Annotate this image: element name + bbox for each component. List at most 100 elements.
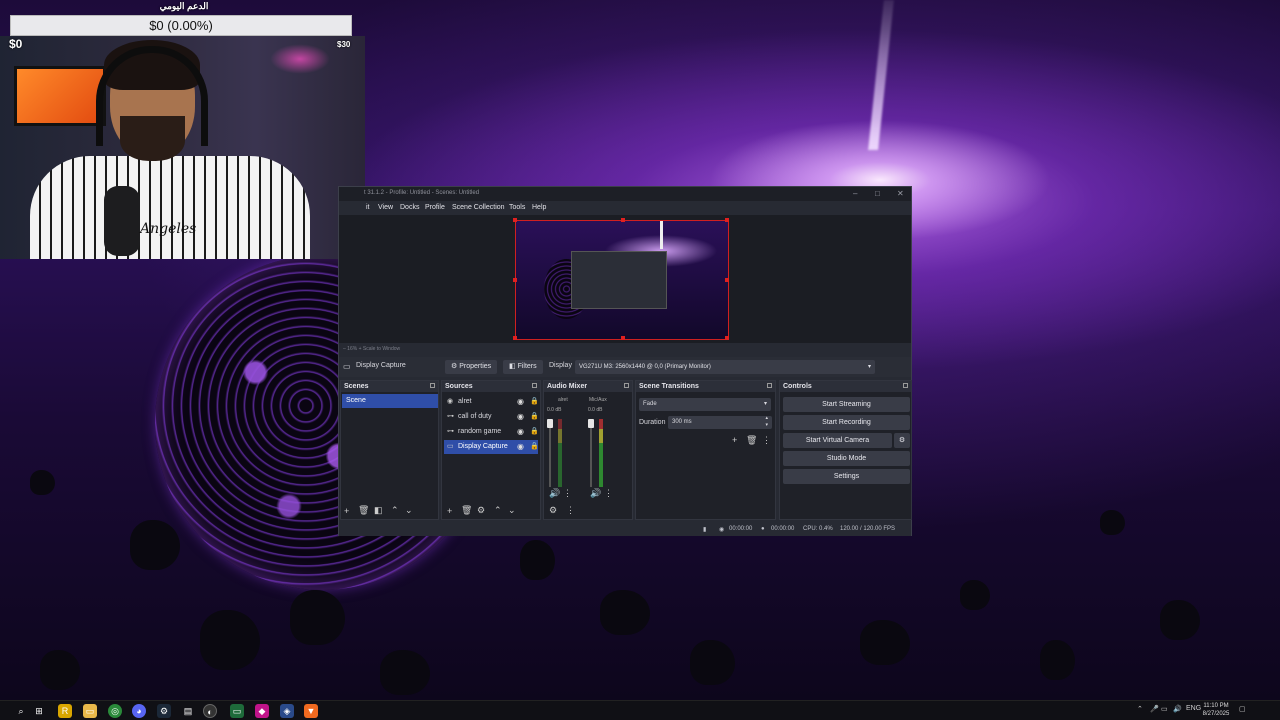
spinner-icon[interactable]: ▴ ▾ xyxy=(765,415,768,429)
eye-icon[interactable]: ◉ xyxy=(517,425,524,439)
menu-docks[interactable]: Docks xyxy=(400,204,419,211)
app-icon[interactable]: ◆ xyxy=(255,704,269,718)
scenes-title: Scenes xyxy=(344,383,369,390)
settings-button[interactable]: Settings xyxy=(783,469,910,484)
source-item-random-game[interactable]: ⊶ random game ◉ 🔒 xyxy=(444,425,539,439)
speaker-icon[interactable]: 🔊 xyxy=(590,488,601,499)
discord-icon[interactable]: ◕ xyxy=(132,704,146,718)
chevron-up-icon[interactable]: ⌃ xyxy=(1137,705,1143,713)
speaker-icon[interactable]: 🔊 xyxy=(549,488,560,499)
mic-icon[interactable]: 🎤 xyxy=(1150,705,1159,713)
resize-handle[interactable] xyxy=(513,278,517,282)
undock-icon[interactable] xyxy=(430,383,435,388)
start-streaming-button[interactable]: Start Streaming xyxy=(783,397,910,412)
resize-handle[interactable] xyxy=(725,336,729,340)
add-icon[interactable]: + xyxy=(344,506,349,516)
filters-button[interactable]: ◧ Filters xyxy=(503,360,543,374)
virtual-camera-settings-icon[interactable]: ⚙ xyxy=(894,433,910,448)
obs-window[interactable]: t 31.1.2 - Profile: Untitled - Scenes: U… xyxy=(338,186,912,536)
chevron-down-icon[interactable]: ⌄ xyxy=(405,505,413,516)
undock-icon[interactable] xyxy=(624,383,629,388)
chevron-up-icon[interactable]: ⌃ xyxy=(391,505,399,516)
menu-view[interactable]: View xyxy=(378,204,393,211)
scene-item[interactable]: Scene xyxy=(342,394,438,408)
source-item-display-capture[interactable]: ▭ Display Capture ◉ 🔒 xyxy=(444,440,539,454)
donation-goal-widget: الدعم اليومي $0 (0.00%) $0 $30 xyxy=(8,0,360,52)
wallpaper-rock xyxy=(200,610,260,670)
volume-fader-knob[interactable] xyxy=(547,419,553,428)
more-options-icon[interactable]: ⋮ xyxy=(566,505,575,516)
lock-icon[interactable]: 🔒 xyxy=(530,395,539,409)
search-icon[interactable]: ⌕ xyxy=(14,704,28,718)
maximize-icon[interactable]: □ xyxy=(875,189,880,198)
more-options-icon[interactable]: ⋮ xyxy=(762,435,771,446)
app-icon[interactable]: ▤ xyxy=(181,704,195,718)
volume-fader-track[interactable] xyxy=(549,419,551,487)
duration-input[interactable]: 300 ms ▴ ▾ xyxy=(668,415,772,429)
app-icon[interactable]: R xyxy=(58,704,72,718)
preview-canvas[interactable] xyxy=(513,218,729,340)
menu-edit[interactable]: it xyxy=(366,204,370,211)
menu-profile[interactable]: Profile xyxy=(425,204,445,211)
add-icon[interactable]: + xyxy=(447,506,452,516)
vpn-icon[interactable]: ◈ xyxy=(280,704,294,718)
notification-icon[interactable]: ▢ xyxy=(1239,705,1246,713)
advanced-audio-icon[interactable]: ⚙ xyxy=(549,505,557,516)
display-select[interactable]: VG271U M3: 2560x1440 @ 0,0 (Primary Moni… xyxy=(575,360,875,374)
source-item-call-of-duty[interactable]: ⊶ call of duty ◉ 🔒 xyxy=(444,410,539,424)
undock-icon[interactable] xyxy=(903,383,908,388)
add-icon[interactable]: + xyxy=(732,435,737,445)
zoom-controls[interactable]: – 16% + Scale to Window xyxy=(343,346,400,352)
eye-icon[interactable]: ◉ xyxy=(517,410,524,424)
taskbar-clock[interactable]: 11:10 PM 8/27/2025 xyxy=(1198,702,1234,718)
menu-help[interactable]: Help xyxy=(532,204,546,211)
close-icon[interactable]: ✕ xyxy=(897,189,904,198)
filter-icon[interactable]: ◧ xyxy=(374,505,383,516)
resize-handle[interactable] xyxy=(513,218,517,222)
file-explorer-icon[interactable]: ▭ xyxy=(83,704,97,718)
resize-handle[interactable] xyxy=(513,336,517,340)
chevron-up-icon[interactable]: ⌃ xyxy=(494,505,502,516)
trash-icon[interactable]: 🗑 xyxy=(358,505,369,516)
source-item-alret[interactable]: ◉ alret ◉ 🔒 xyxy=(444,395,539,409)
resize-handle[interactable] xyxy=(621,336,625,340)
resize-handle[interactable] xyxy=(621,218,625,222)
volume-icon[interactable]: 🔊 xyxy=(1173,705,1182,713)
menu-scene-collection[interactable]: Scene Collection xyxy=(452,204,505,211)
gear-icon[interactable]: ⚙ xyxy=(477,505,485,516)
studio-mode-button[interactable]: Studio Mode xyxy=(783,451,910,466)
obs-titlebar[interactable]: t 31.1.2 - Profile: Untitled - Scenes: U… xyxy=(339,187,911,201)
more-options-icon[interactable]: ⋮ xyxy=(563,488,572,499)
wallpaper-rock xyxy=(130,520,180,570)
more-options-icon[interactable]: ⋮ xyxy=(604,488,613,499)
start-recording-button[interactable]: Start Recording xyxy=(783,415,910,430)
menu-tools[interactable]: Tools xyxy=(509,204,525,211)
resize-handle[interactable] xyxy=(725,278,729,282)
obs-icon[interactable]: ◐ xyxy=(203,704,217,718)
undock-icon[interactable] xyxy=(767,383,772,388)
task-view-icon[interactable]: ⊞ xyxy=(32,704,46,718)
start-virtual-camera-button[interactable]: Start Virtual Camera xyxy=(783,433,892,448)
volume-fader-knob[interactable] xyxy=(588,419,594,428)
preview-area[interactable] xyxy=(339,215,911,343)
chevron-down-icon[interactable]: ⌄ xyxy=(508,505,516,516)
transition-select[interactable]: Fade ▾ xyxy=(639,398,771,411)
lock-icon[interactable]: 🔒 xyxy=(530,440,539,454)
resize-handle[interactable] xyxy=(725,218,729,222)
undock-icon[interactable] xyxy=(532,383,537,388)
volume-fader-track[interactable] xyxy=(590,419,592,487)
brave-icon[interactable]: ▼ xyxy=(304,704,318,718)
eye-icon[interactable]: ◉ xyxy=(517,395,524,409)
network-icon[interactable]: ▭ xyxy=(1161,705,1168,713)
steam-icon[interactable]: ⚙ xyxy=(157,704,171,718)
eye-icon[interactable]: ◉ xyxy=(517,440,524,454)
lock-icon[interactable]: 🔒 xyxy=(530,425,539,439)
trash-icon[interactable]: 🗑 xyxy=(461,505,472,516)
properties-button[interactable]: ⚙ Properties xyxy=(445,360,498,374)
chrome-icon[interactable]: ◎ xyxy=(108,704,122,718)
minimize-icon[interactable]: – xyxy=(853,189,857,198)
terminal-icon[interactable]: ▭ xyxy=(230,704,244,718)
trash-icon[interactable]: 🗑 xyxy=(746,435,757,446)
lock-icon[interactable]: 🔒 xyxy=(530,410,539,424)
record-time: 00:00:00 xyxy=(771,526,795,532)
